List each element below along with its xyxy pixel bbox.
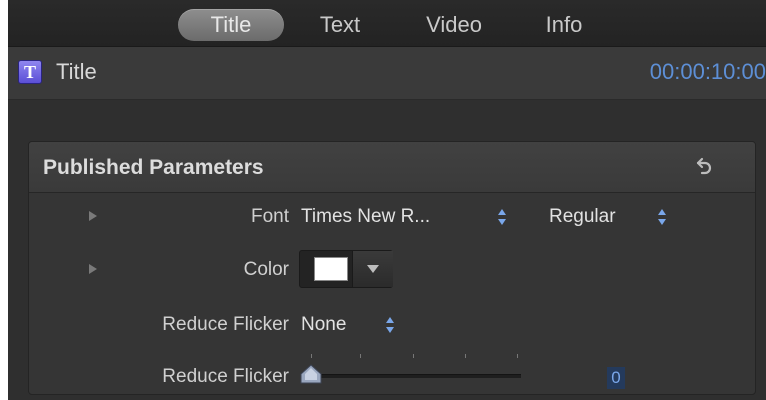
font-label: Font <box>250 206 289 227</box>
reset-icon[interactable] <box>693 154 717 178</box>
title-t-icon: T <box>18 60 42 84</box>
color-label: Color <box>243 259 289 280</box>
font-style-popup[interactable]: Regular <box>549 206 616 228</box>
slider-tick <box>311 354 312 358</box>
tab-info[interactable]: Info <box>532 9 596 41</box>
font-style-stepper-icon[interactable] <box>657 208 667 226</box>
slider-tick <box>465 354 466 358</box>
reduce-flicker-popup[interactable]: None <box>301 314 346 336</box>
font-family-popup[interactable]: Times New R... <box>301 206 430 228</box>
inspector-tab-bar: Title Text Video Info <box>8 0 766 47</box>
inspector-header: T Title 00:00:10:00 <box>8 47 766 100</box>
font-disclosure-triangle[interactable] <box>89 211 97 221</box>
reduce-flicker-slider-track[interactable] <box>319 374 521 378</box>
reduce-flicker-value-field[interactable]: 0 <box>607 367 625 389</box>
inspector-panel: Title Text Video Info T Title 00:00:10:0… <box>8 0 766 400</box>
section-header: Published Parameters <box>29 142 755 193</box>
color-disclosure-triangle[interactable] <box>89 264 97 274</box>
section-title: Published Parameters <box>43 156 264 179</box>
color-dropdown-arrow-icon[interactable] <box>352 251 393 287</box>
reduce-flicker-stepper-icon[interactable] <box>385 316 395 334</box>
reduce-flicker-slider-thumb[interactable] <box>299 364 323 384</box>
reduce-flicker-label: Reduce Flicker <box>162 314 289 335</box>
tab-text[interactable]: Text <box>300 9 380 41</box>
slider-tick <box>413 354 414 358</box>
timecode: 00:00:10:00 <box>649 59 766 84</box>
reduce-flicker-slider-label: Reduce Flicker <box>162 366 289 387</box>
font-family-stepper-icon[interactable] <box>497 208 507 226</box>
slider-tick <box>517 354 518 358</box>
color-swatch[interactable] <box>314 257 348 281</box>
slider-tick <box>360 354 361 358</box>
color-well[interactable] <box>299 250 393 288</box>
header-title: Title <box>56 59 97 84</box>
tab-title[interactable]: Title <box>178 9 284 41</box>
tab-video[interactable]: Video <box>408 9 500 41</box>
published-parameters-section: Published Parameters Font Times New R...… <box>28 141 756 395</box>
